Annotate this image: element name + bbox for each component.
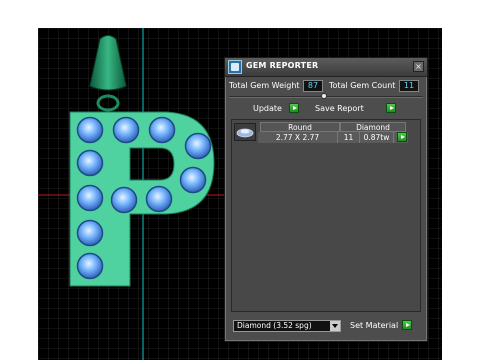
gem <box>76 252 104 280</box>
gem-size-cell: 2.77 X 2.77 <box>258 132 338 143</box>
panel-splitter-handle[interactable] <box>321 93 327 99</box>
gem <box>76 219 104 247</box>
panel-title: GEM REPORTER <box>246 61 319 70</box>
set-material-play-icon[interactable] <box>402 320 412 330</box>
gem-thumbnail-icon <box>234 123 256 141</box>
app-icon <box>228 60 242 74</box>
row-play-icon[interactable] <box>397 132 407 142</box>
save-report-play-icon[interactable] <box>386 103 396 113</box>
total-gem-weight-label: Total Gem Weight <box>229 81 300 90</box>
table-row[interactable]: 2.77 X 2.77 11 0.87tw <box>258 132 408 143</box>
gem-count-cell: 11 <box>338 132 360 143</box>
column-header-material: Diamond <box>340 122 406 132</box>
gem-weight-cell: 0.87tw <box>360 132 394 143</box>
total-gem-count-label: Total Gem Count <box>329 81 396 90</box>
close-icon[interactable]: × <box>413 61 424 72</box>
material-name: Diamond <box>237 321 271 330</box>
set-material-button[interactable]: Set Material <box>350 321 398 330</box>
gem <box>76 149 104 177</box>
material-spg: (3.52 spg) <box>273 321 312 330</box>
gem <box>145 185 173 213</box>
gem <box>179 166 207 194</box>
gem <box>184 132 212 160</box>
update-play-icon[interactable] <box>289 103 299 113</box>
gem <box>76 116 104 144</box>
total-gem-count-value: 11 <box>399 80 419 92</box>
gem-list[interactable]: Round Diamond 2.77 X 2.77 11 0.87tw <box>231 119 421 312</box>
gem <box>110 186 138 214</box>
material-select[interactable]: Diamond (3.52 spg) <box>233 320 341 332</box>
column-header-shape: Round <box>260 122 340 132</box>
gem <box>112 116 140 144</box>
save-report-button[interactable]: Save Report <box>315 104 364 113</box>
panel-titlebar[interactable]: GEM REPORTER × <box>225 58 427 77</box>
total-gem-weight-value: 87 <box>303 80 323 92</box>
gem-reporter-panel: GEM REPORTER × Total Gem Weight 87 Total… <box>224 57 428 342</box>
update-button[interactable]: Update <box>253 104 282 113</box>
gem <box>76 184 104 212</box>
gem <box>148 116 176 144</box>
dropdown-arrow-icon[interactable] <box>330 321 340 331</box>
